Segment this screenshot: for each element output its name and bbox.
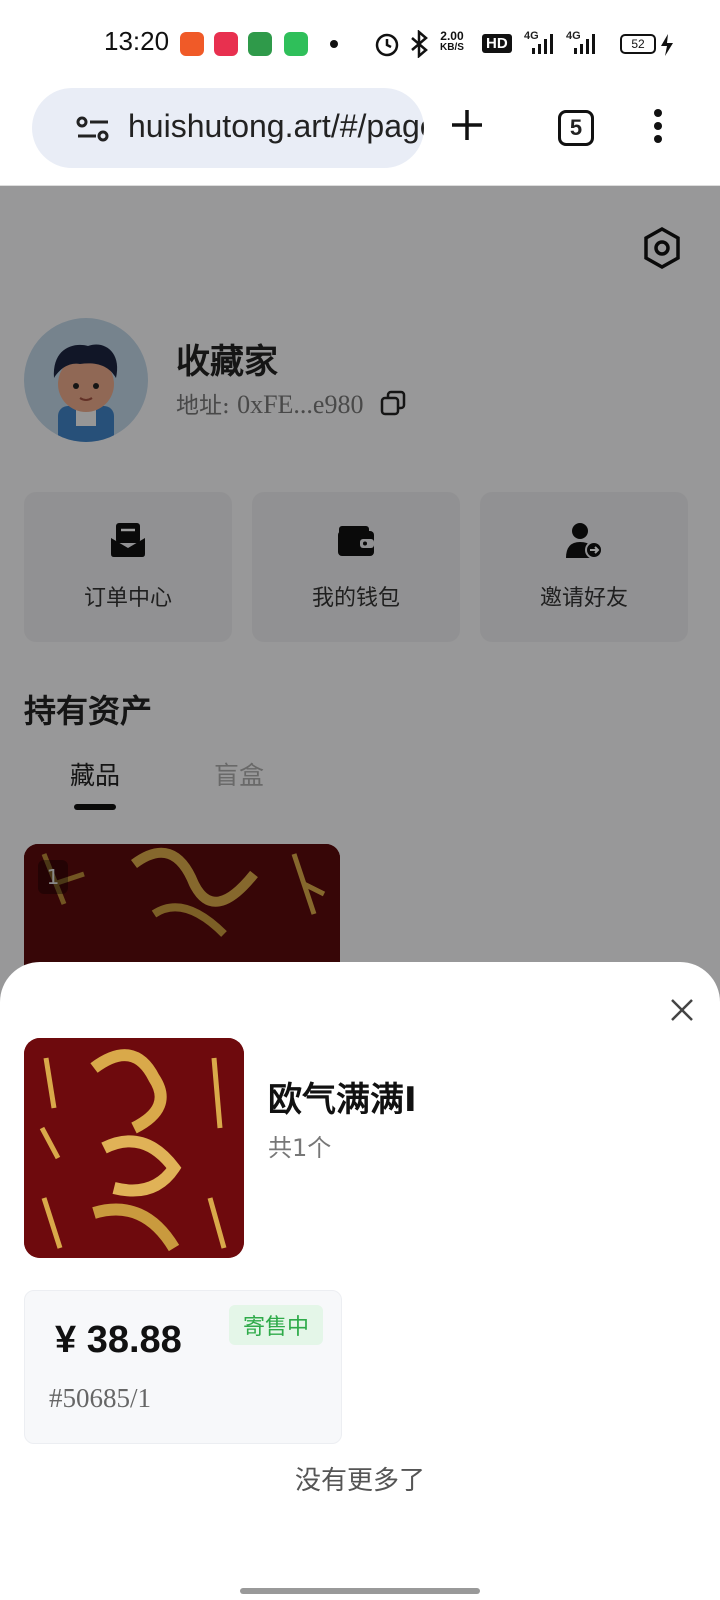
tab-switcher-button[interactable]: 5 (558, 110, 594, 146)
item-thumbnail (24, 1038, 244, 1258)
address-bar[interactable]: huishutong.art/#/pages (32, 88, 424, 168)
store-app-icon (248, 32, 272, 56)
site-settings-icon[interactable] (76, 114, 110, 144)
item-count: 共1个 (268, 1134, 332, 1162)
bluetooth-icon (411, 30, 428, 58)
network-speed-value: 2.00 (440, 29, 464, 43)
home-indicator[interactable] (240, 1588, 480, 1594)
battery-level: 52 (631, 37, 645, 51)
more-menu-icon[interactable] (652, 108, 664, 144)
signal-1-icon (532, 34, 553, 54)
tab-count: 5 (569, 115, 583, 140)
status-badge: 寄售中 (229, 1305, 324, 1345)
item-name: 欧气满满I (268, 1080, 417, 1120)
new-tab-icon[interactable] (450, 108, 484, 142)
close-icon[interactable] (668, 996, 696, 1024)
listing-price: ¥ 38.88 (55, 1319, 182, 1361)
status-time: 13:20 (104, 26, 170, 56)
signal-2-icon (574, 34, 595, 54)
music-app-icon (214, 32, 238, 56)
charging-icon (661, 34, 673, 56)
list-end-text: 没有更多了 (294, 1466, 425, 1496)
network-speed: 2.00 KB/S (440, 30, 464, 54)
url-text[interactable]: huishutong.art/#/pages (128, 108, 424, 145)
video-app-icon (180, 32, 204, 56)
network-speed-unit: KB/S (440, 42, 464, 53)
item-artwork (24, 1038, 244, 1258)
listing-card[interactable]: ¥ 38.88 寄售中 #50685/1 (24, 1290, 342, 1444)
serial-number: #50685/1 (49, 1383, 152, 1413)
notification-dot-icon (330, 40, 338, 48)
browser-toolbar: huishutong.art/#/pages 5 (0, 88, 720, 186)
battery-icon: 52 (620, 34, 656, 54)
alarm-icon (375, 33, 399, 57)
hd-badge: HD (482, 34, 512, 53)
status-bar: 13:20 2.00 KB/S HD 4G 4G 52 (0, 0, 720, 88)
security-app-icon (284, 32, 308, 56)
